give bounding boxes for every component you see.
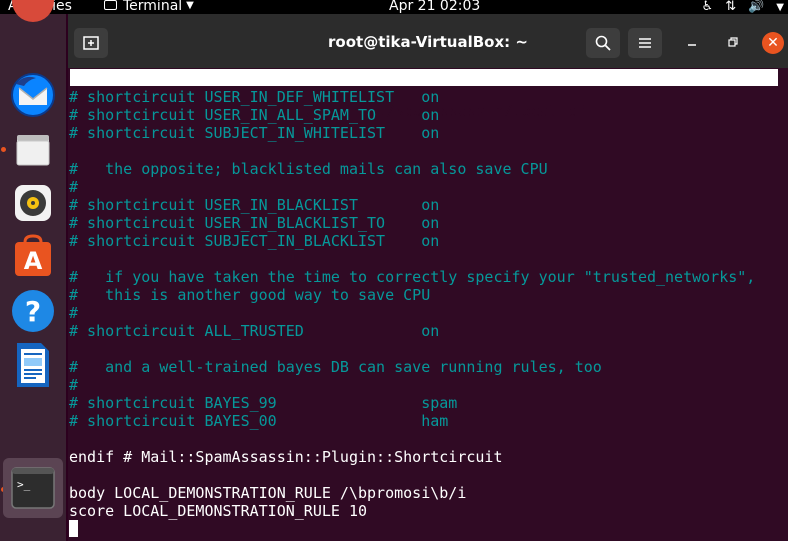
editor-line: #	[69, 376, 79, 394]
close-icon: ✕	[767, 35, 779, 51]
editor-line	[69, 520, 755, 538]
svg-text:A: A	[24, 247, 43, 275]
clock[interactable]: Apr 21 02:03	[389, 0, 480, 15]
top-bar: Activities Terminal▼ Apr 21 02:03 ♿⇅🔊▼	[0, 0, 788, 14]
editor-line: # and a well-trained bayes DB can save r…	[69, 358, 602, 376]
libreoffice-writer-icon[interactable]	[6, 338, 60, 392]
thunderbird-icon[interactable]	[6, 68, 60, 122]
terminal-app-icon	[104, 0, 117, 10]
editor-line: endif # Mail::SpamAssassin::Plugin::Shor…	[69, 448, 503, 466]
editor-line: # if you have taken the time to correctl…	[69, 268, 756, 286]
editor-line: # shortcircuit BAYES_99 spam	[69, 394, 458, 412]
editor-line: # shortcircuit USER_IN_ALL_SPAM_TO on	[69, 106, 440, 124]
app-menu-label: Terminal	[123, 0, 183, 14]
chevron-down-icon: ▼	[186, 0, 194, 11]
dock: A ? >_	[0, 0, 66, 541]
hamburger-icon	[639, 38, 651, 48]
title-bar[interactable]: root@tika-VirtualBox: ~ ✕	[68, 14, 788, 68]
hamburger-menu-button[interactable]	[628, 28, 662, 58]
window-title: root@tika-VirtualBox: ~	[328, 33, 528, 51]
nano-title-bar: GNU nano 4.8 /etc/mail/spamassassin/loca…	[70, 69, 778, 120]
maximize-button[interactable]	[724, 34, 742, 52]
close-button[interactable]: ✕	[762, 32, 784, 54]
editor-line: # shortcircuit SUBJECT_IN_BLACKLIST on	[69, 232, 440, 250]
editor-line: # this is another good way to save CPU	[69, 286, 431, 304]
restore-icon	[728, 37, 738, 47]
editor-line: # shortcircuit USER_IN_BLACKLIST_TO on	[69, 214, 440, 232]
svg-text:?: ?	[25, 295, 41, 328]
editor-line: #	[69, 178, 79, 196]
editor-line: # shortcircuit USER_IN_DEF_WHITELIST on	[69, 88, 440, 106]
software-center-icon[interactable]: A	[6, 230, 60, 284]
editor-line: # shortcircuit USER_IN_BLACKLIST on	[69, 196, 440, 214]
editor-line: body LOCAL_DEMONSTRATION_RULE /\bpromosi…	[69, 484, 467, 502]
minimize-icon	[688, 44, 696, 46]
editor-line: # shortcircuit ALL_TRUSTED on	[69, 322, 440, 340]
editor-line: # shortcircuit BAYES_00 ham	[69, 412, 449, 430]
text-cursor	[69, 520, 78, 537]
dock-top-partial-icon[interactable]	[12, 0, 54, 22]
help-icon[interactable]: ?	[6, 284, 60, 338]
editor-line: # shortcircuit SUBJECT_IN_WHITELIST on	[69, 124, 440, 142]
editor-line: # the opposite; blacklisted mails can al…	[69, 160, 548, 178]
terminal-icon[interactable]: >_	[6, 461, 60, 515]
terminal-window: root@tika-VirtualBox: ~ ✕ GNU nano 4.8 /…	[68, 14, 788, 541]
svg-text:>_: >_	[17, 478, 31, 491]
search-icon	[595, 35, 611, 51]
editor-line: #	[69, 304, 79, 322]
editor-line: score LOCAL_DEMONSTRATION_RULE 10	[69, 502, 368, 520]
editor-buffer[interactable]: # shortcircuit USER_IN_DEF_WHITELIST on #…	[69, 88, 755, 538]
files-icon[interactable]	[6, 122, 60, 176]
search-button[interactable]	[586, 28, 620, 58]
app-menu[interactable]: Terminal ▼	[104, 0, 194, 15]
rhythmbox-icon[interactable]	[6, 176, 60, 230]
minimize-button[interactable]	[683, 34, 701, 52]
terminal-content[interactable]: GNU nano 4.8 /etc/mail/spamassassin/loca…	[68, 68, 788, 541]
